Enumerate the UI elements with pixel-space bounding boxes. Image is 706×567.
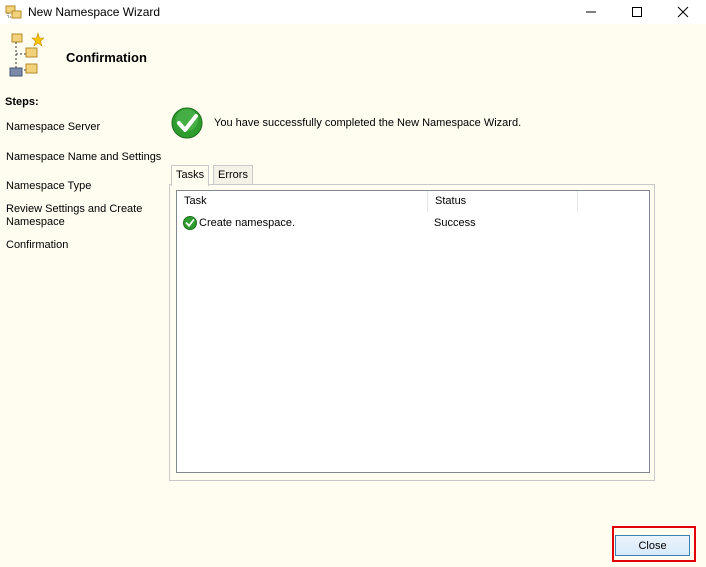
close-button[interactable]: Close (615, 535, 690, 556)
maximize-button[interactable] (614, 0, 660, 24)
tab-errors[interactable]: Errors (213, 165, 253, 185)
step-confirmation: Confirmation (6, 239, 69, 251)
step-review-settings: Review Settings and Create Namespace (6, 203, 143, 228)
column-header-task[interactable]: Task (177, 191, 428, 212)
task-cell: Create namespace. (199, 217, 295, 229)
success-check-icon (171, 107, 203, 139)
namespace-tree-icon (8, 30, 45, 80)
tasks-list[interactable]: Task Status Create namespace. Success (176, 190, 650, 473)
column-header-status[interactable]: Status (428, 191, 578, 212)
status-cell: Success (434, 217, 476, 229)
tab-tasks[interactable]: Tasks (171, 165, 210, 186)
success-message: You have successfully completed the New … (214, 117, 522, 129)
steps-heading: Steps: (5, 96, 39, 108)
success-check-icon (183, 216, 197, 230)
step-namespace-name-settings: Namespace Name and Settings (6, 151, 162, 163)
wizard-header: Confirmation (0, 24, 706, 88)
step-namespace-type: Namespace Type (6, 180, 92, 192)
title-bar: New Namespace Wizard (0, 0, 706, 24)
namespace-folders-icon (5, 3, 23, 21)
minimize-button[interactable] (568, 0, 614, 24)
close-window-button[interactable] (660, 0, 706, 24)
window-title: New Namespace Wizard (28, 5, 161, 19)
page-title: Confirmation (66, 50, 147, 65)
step-namespace-server: Namespace Server (6, 121, 101, 133)
